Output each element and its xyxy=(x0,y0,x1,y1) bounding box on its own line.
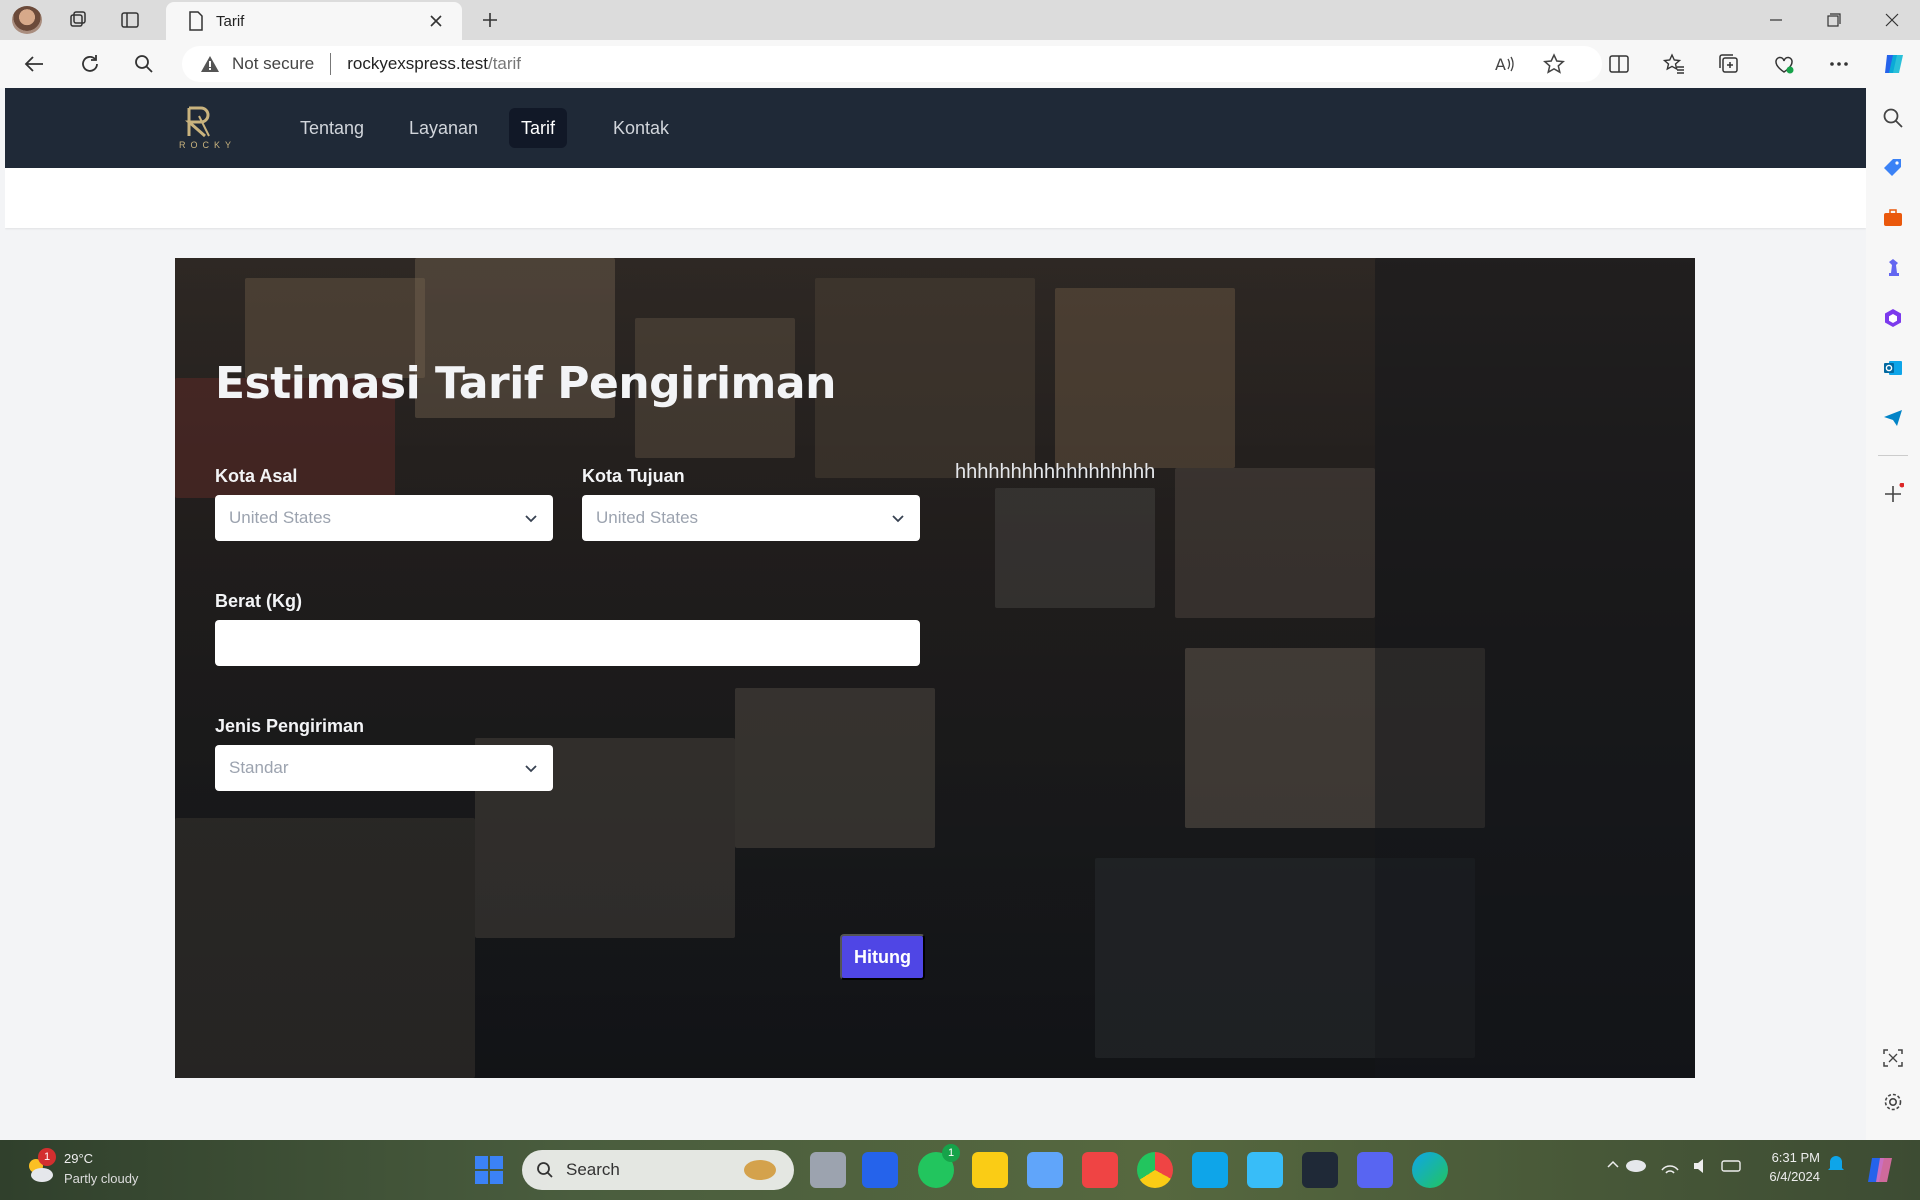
read-aloud-icon[interactable]: A xyxy=(1486,46,1522,82)
store-icon[interactable] xyxy=(862,1152,898,1188)
search-icon[interactable] xyxy=(124,44,164,84)
sidebar-settings-gear-icon[interactable] xyxy=(1879,1088,1907,1116)
tab-actions-icon[interactable] xyxy=(106,0,154,40)
chrome-icon[interactable] xyxy=(1137,1152,1173,1188)
weight-input[interactable] xyxy=(215,620,920,666)
send-plane-icon[interactable] xyxy=(1879,404,1907,432)
tab-title: Tarif xyxy=(216,12,245,30)
shipping-type-label: Jenis Pengiriman xyxy=(215,716,365,736)
office-icon[interactable] xyxy=(1879,304,1907,332)
notification-bell-icon[interactable] xyxy=(1826,1152,1846,1188)
workspaces-icon[interactable] xyxy=(54,0,102,40)
weather-badge: 1 xyxy=(38,1148,56,1166)
profile-avatar[interactable] xyxy=(12,6,42,34)
chevron-down-icon xyxy=(892,515,904,523)
url-field[interactable]: Not secure rockyexspress.test/tarif xyxy=(182,46,1602,82)
favorites-icon[interactable] xyxy=(1656,46,1692,82)
logo-wordmark: ROCKY xyxy=(179,140,237,150)
clock[interactable]: 6:31 PM 6/4/2024 xyxy=(1740,1148,1820,1184)
task-view-icon[interactable] xyxy=(810,1152,846,1188)
shipping-type-value: Standar xyxy=(229,758,289,777)
destination-city-select[interactable]: United States xyxy=(582,495,920,541)
file-explorer-icon[interactable] xyxy=(972,1152,1008,1188)
weather-desc: Partly cloudy xyxy=(64,1171,139,1186)
weight-label: Berat (Kg) xyxy=(215,591,303,611)
chevron-down-icon xyxy=(525,765,537,773)
screenshot-icon[interactable] xyxy=(1879,1044,1907,1072)
warning-icon xyxy=(201,56,219,72)
collections-icon[interactable] xyxy=(1711,46,1747,82)
document-icon xyxy=(189,11,203,31)
nav-tentang[interactable]: Tentang xyxy=(288,108,376,148)
origin-label: Kota Asal xyxy=(215,466,298,486)
tab-tarif[interactable]: Tarif xyxy=(166,2,462,40)
calculate-button[interactable]: Hitung xyxy=(840,934,925,980)
address-bar: Not secure rockyexspress.test/tarif A xyxy=(0,40,1920,88)
edge-sidebar xyxy=(1866,88,1920,1140)
tools-briefcase-icon[interactable] xyxy=(1879,204,1907,232)
clock-date: 6/4/2024 xyxy=(1769,1169,1820,1184)
notepad-icon[interactable] xyxy=(1027,1152,1063,1188)
add-sidebar-app-icon[interactable] xyxy=(1879,480,1907,508)
side-note-text: hhhhhhhhhhhhhhhhhh xyxy=(955,461,1156,483)
vscode-icon[interactable] xyxy=(1192,1152,1228,1188)
url-host: rockyexspress.test xyxy=(347,54,488,73)
outlook-icon[interactable] xyxy=(1879,354,1907,382)
windows-taskbar: 1 29°C Partly cloudy Search 1 6:31 PM 6/… xyxy=(0,1140,1920,1200)
refresh-icon[interactable] xyxy=(70,44,110,84)
whatsapp-icon[interactable]: 1 xyxy=(918,1144,960,1188)
new-tab-icon[interactable] xyxy=(470,2,510,38)
page-title: Estimasi Tarif Pengiriman xyxy=(215,358,836,409)
taskbar-search[interactable]: Search xyxy=(522,1150,794,1190)
sidebar-search-icon[interactable] xyxy=(1879,104,1907,132)
rocky-logo[interactable]: ROCKY xyxy=(175,104,235,152)
edge-icon[interactable] xyxy=(1412,1152,1448,1188)
site-navbar: ROCKY Tentang Layanan Tarif Kontak xyxy=(5,88,1866,168)
page-viewport: ROCKY Tentang Layanan Tarif Kontak Estim… xyxy=(5,88,1866,1140)
windows-start-icon[interactable] xyxy=(471,1152,507,1188)
more-options-icon[interactable] xyxy=(1821,46,1857,82)
whatsapp-badge: 1 xyxy=(942,1144,960,1162)
destination-city-value: United States xyxy=(596,508,699,527)
close-tab-icon[interactable] xyxy=(422,7,450,35)
nav-layanan[interactable]: Layanan xyxy=(397,108,490,148)
taskbar-search-icon xyxy=(537,1162,553,1178)
url-separator xyxy=(330,53,332,75)
browser-essentials-icon[interactable] xyxy=(1766,46,1802,82)
discord-icon[interactable] xyxy=(1357,1152,1393,1188)
browser-titlebar: Tarif xyxy=(0,0,1920,40)
svg-text:A: A xyxy=(1495,55,1506,74)
copilot-icon[interactable] xyxy=(1876,46,1912,82)
weather-temp: 29°C xyxy=(64,1151,94,1166)
close-window-icon[interactable] xyxy=(1864,0,1920,40)
taskbar-search-placeholder: Search xyxy=(566,1160,620,1179)
clock-time: 6:31 PM xyxy=(1771,1150,1820,1165)
app-icon[interactable] xyxy=(1247,1152,1283,1188)
shipping-type-select[interactable]: Standar xyxy=(215,745,553,791)
favorite-star-icon[interactable] xyxy=(1536,46,1572,82)
youtube-icon[interactable] xyxy=(1082,1152,1118,1188)
weather-widget[interactable]: 1 29°C Partly cloudy xyxy=(24,1148,144,1192)
split-screen-icon[interactable] xyxy=(1601,46,1637,82)
tariff-estimate-section: Estimasi Tarif Pengiriman hhhhhhhhhhhhhh… xyxy=(175,258,1695,1078)
minimize-icon[interactable] xyxy=(1748,0,1804,40)
sidebar-divider xyxy=(1878,455,1908,456)
nav-tarif[interactable]: Tarif xyxy=(509,108,568,148)
origin-city-select[interactable]: United States xyxy=(215,495,553,541)
hs-app-icon[interactable] xyxy=(1302,1152,1338,1188)
shopping-tag-icon[interactable] xyxy=(1879,154,1907,182)
copilot-taskbar-icon[interactable] xyxy=(1864,1152,1900,1188)
page-header-bar xyxy=(5,168,1866,228)
search-highlight-icon xyxy=(744,1160,776,1180)
restore-icon[interactable] xyxy=(1806,0,1862,40)
nav-kontak[interactable]: Kontak xyxy=(601,108,681,148)
games-chess-icon[interactable] xyxy=(1879,254,1907,282)
origin-city-value: United States xyxy=(229,508,332,527)
destination-label: Kota Tujuan xyxy=(582,466,685,486)
back-icon[interactable] xyxy=(14,44,54,84)
url-path: /tarif xyxy=(487,54,522,73)
chevron-down-icon xyxy=(525,515,537,523)
not-secure-label[interactable]: Not secure xyxy=(232,54,314,74)
